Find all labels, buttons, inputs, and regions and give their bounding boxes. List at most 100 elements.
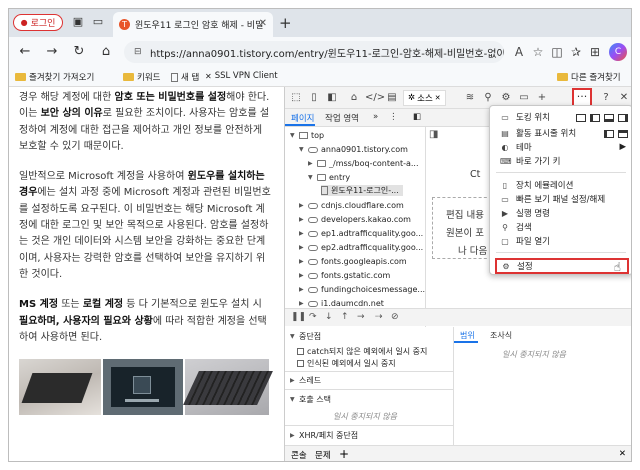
section-xhr[interactable]: ▶ XHR/페치 중단점 (290, 430, 358, 441)
tree-site[interactable]: ▼ anna0901.tistory.com (299, 145, 408, 154)
tree-domain[interactable]: ▶ fundingchoicesmessage... (299, 285, 425, 294)
section-callstack[interactable]: ▼ 호출 스택 (290, 394, 331, 405)
read-aloud-icon[interactable]: A (511, 44, 527, 60)
dock-undock-icon[interactable] (576, 114, 586, 122)
pause-caught-checkbox[interactable]: 인식된 예외에서 일시 중지 (297, 358, 396, 369)
tree-entry[interactable]: ▼ entry (308, 173, 350, 182)
bug-icon: ✲ (408, 93, 416, 103)
inspect-icon[interactable]: ⬚ (289, 91, 303, 105)
tree-domain[interactable]: ▶ fonts.gstatic.com (299, 271, 390, 280)
checkbox[interactable] (297, 360, 304, 367)
pause-uncaught-checkbox[interactable]: catch되지 않은 예외에서 일시 중지 (297, 346, 427, 357)
add-drawer-tab-icon[interactable]: + (339, 447, 349, 461)
more-tools-icon[interactable]: + (535, 91, 549, 105)
activity-top-icon[interactable] (618, 130, 628, 138)
editor-sidebar-icon[interactable]: ◨ (429, 129, 438, 140)
more-chevron-icon[interactable]: » (373, 112, 378, 122)
dock-icon: ▭ (501, 112, 509, 122)
step-over-icon[interactable]: ↷ (309, 312, 317, 322)
refresh-icon[interactable]: ↻ (71, 44, 87, 60)
close-drawer-icon[interactable]: ✕ (619, 449, 626, 459)
tree-folder[interactable]: ▶ _/mss/boq-content-a... (308, 159, 419, 168)
dock-bottom-icon[interactable] (604, 114, 614, 122)
subtab-workspace[interactable]: 작업 영역 (325, 112, 359, 124)
home-icon[interactable]: ⌂ (98, 44, 114, 60)
menu-run-command[interactable]: ▶ 실행 명령 (490, 206, 631, 220)
favorite-star-icon[interactable]: ☆ (530, 44, 546, 60)
menu-open-file[interactable]: ▢ 파일 열기 (490, 234, 631, 248)
menu-settings[interactable]: ⚙ 설정 ☝ (495, 258, 629, 274)
section-threads[interactable]: ▶ 스레드 (290, 375, 321, 386)
site-info-icon[interactable]: ⊟ (134, 47, 142, 57)
favorites-icon[interactable]: ✰ (568, 44, 584, 60)
close-icon[interactable]: ✕ (435, 94, 441, 102)
tree-top[interactable]: ▼ top (290, 131, 324, 140)
address-bar[interactable]: https://anna0901.tistory.com/entry/윈도우11… (124, 41, 504, 63)
network-icon[interactable]: ≋ (463, 91, 477, 105)
forward-icon[interactable]: → (44, 44, 60, 60)
step-into-icon[interactable]: ↓ (325, 312, 333, 322)
user-icon: ● (20, 18, 28, 27)
profile-label: 로그인 (30, 19, 56, 29)
tab-actions-icon[interactable]: ▭ (91, 15, 105, 29)
device-emulation-icon[interactable]: ▯ (307, 91, 321, 105)
other-bookmarks[interactable]: 다른 즐겨찾기 (557, 71, 621, 83)
theme-icon: ◐ (501, 142, 509, 152)
help-icon[interactable]: ? (599, 91, 613, 105)
new-tab-icon[interactable]: + (279, 14, 292, 32)
pause-icon[interactable]: ❚❚ (291, 312, 306, 322)
deactivate-breakpoints-icon[interactable]: ⇢ (375, 312, 383, 322)
sidebar-toggle-icon[interactable]: ◧ (325, 91, 339, 105)
keyboard-icon: ⌨ (500, 156, 512, 166)
tree-domain[interactable]: ▶ cdnjs.cloudflare.com (299, 201, 404, 210)
navigation-bar: ← → ↻ ⌂ https://anna0901.tistory.com/ent… (9, 37, 631, 67)
more-options-icon[interactable]: ⋮ (389, 112, 398, 122)
tab-watch[interactable]: 조사식 (490, 330, 512, 341)
copilot-icon[interactable]: C (609, 43, 627, 61)
console-icon[interactable]: ▤ (385, 91, 399, 105)
tab-scope[interactable]: 범위 (460, 330, 475, 341)
workspaces-icon[interactable]: ▣ (71, 15, 85, 29)
bookmark-import[interactable]: 즐겨찾기 가져오기 (15, 71, 94, 83)
drawer-tab-issues[interactable]: 문제 (315, 449, 331, 461)
bookmark-newtab[interactable]: 새 탭 (171, 71, 199, 83)
performance-icon[interactable]: ⚲ (481, 91, 495, 105)
section-breakpoints[interactable]: ▼ 중단점 (290, 331, 321, 342)
drawer-tab-console[interactable]: 콘솔 (291, 449, 307, 461)
bookmark-keyword[interactable]: 키워드 (123, 71, 160, 83)
menu-device-emulation[interactable]: ▯ 장치 에뮬레이션 (490, 178, 631, 192)
memory-icon[interactable]: ⚙ (499, 91, 513, 105)
checkbox[interactable] (297, 348, 304, 355)
step-out-icon[interactable]: ↑ (341, 312, 349, 322)
dock-right-icon[interactable] (618, 114, 628, 122)
split-screen-icon[interactable]: ◫ (549, 44, 565, 60)
toggle-navigator-icon[interactable]: ◧ (413, 112, 421, 122)
step-icon[interactable]: → (357, 312, 365, 322)
menu-theme[interactable]: ◐ 테마 ▶ (490, 140, 631, 154)
menu-quick-view[interactable]: ▭ 빠른 보기 패널 설정/해제 (490, 192, 631, 206)
application-icon[interactable]: ▭ (517, 91, 531, 105)
dock-left-icon[interactable] (590, 114, 600, 122)
menu-shortcuts[interactable]: ⌨ 바로 가기 키 (490, 154, 631, 168)
no-pause-icon[interactable]: ⊘ (391, 312, 399, 322)
elements-icon[interactable]: </> (365, 91, 385, 105)
welcome-home-icon[interactable]: ⌂ (347, 91, 361, 105)
tree-domain[interactable]: ▶ fonts.googleapis.com (299, 257, 407, 266)
menu-search[interactable]: ⚲ 검색 (490, 220, 631, 234)
tree-domain[interactable]: ▶ developers.kakao.com (299, 215, 411, 224)
profile-button[interactable]: ● 로그인 (13, 14, 63, 31)
activity-left-icon[interactable] (604, 130, 614, 138)
bookmark-vpn[interactable]: ✕ SSL VPN Client (205, 71, 278, 81)
active-tab[interactable]: T 윈도우11 로그인 암호 해제 - 비밀 ✕ (113, 12, 273, 37)
back-icon[interactable]: ← (17, 44, 33, 60)
close-devtools-icon[interactable]: ✕ (617, 91, 631, 105)
tree-domain[interactable]: ▶ i1.daumcdn.net (299, 299, 384, 308)
collections-icon[interactable]: ⊞ (587, 44, 603, 60)
tree-file[interactable]: 윈도우11-로그인-... (321, 185, 403, 196)
tab-sources[interactable]: ✲ 소스 ✕ (403, 90, 446, 106)
close-tab-icon[interactable]: ✕ (259, 18, 267, 29)
tree-domain[interactable]: ▶ ep2.adtrafficquality.goo... (299, 243, 423, 252)
cloud-icon (308, 244, 318, 251)
tree-domain[interactable]: ▶ ep1.adtrafficquality.goo... (299, 229, 423, 238)
subtab-page[interactable]: 페이지 (291, 112, 314, 124)
